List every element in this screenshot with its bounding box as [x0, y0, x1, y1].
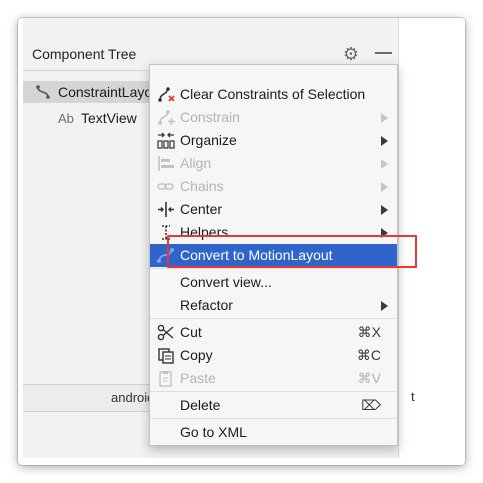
menu-item-label: Clear Constraints of Selection	[180, 86, 366, 102]
menu-item-go-to-xml[interactable]: Go to XML	[150, 421, 397, 444]
menu-item-label: Center	[180, 201, 223, 217]
submenu-arrow-icon	[381, 205, 388, 215]
menu-item-center[interactable]: Center	[150, 198, 397, 221]
scissors-icon	[157, 324, 174, 341]
menu-item-clear-constraints[interactable]: Clear Constraints of Selection	[150, 83, 397, 106]
tree-item-label: TextView	[81, 110, 137, 126]
menu-item-label: Copy	[180, 347, 213, 363]
menu-item-cut[interactable]: Cut ⌘X	[150, 321, 397, 344]
menu-item-copy[interactable]: Copy ⌘C	[150, 344, 397, 367]
menu-item-chains[interactable]: Chains	[150, 175, 397, 198]
submenu-arrow-icon	[381, 182, 388, 192]
menu-separator	[150, 418, 397, 419]
menu-item-delete[interactable]: Delete ⌦	[150, 394, 397, 417]
gear-icon[interactable]: ⚙	[342, 45, 360, 63]
menu-item-label: Align	[180, 155, 212, 171]
align-icon	[158, 156, 174, 171]
annotation-highlight-box	[167, 235, 417, 268]
paste-icon	[159, 371, 172, 387]
menu-item-organize[interactable]: Organize	[150, 129, 397, 152]
menu-item-label: Cut	[180, 324, 202, 340]
menu-item-label: Convert view...	[180, 274, 272, 290]
constraint-layout-icon	[36, 85, 50, 99]
menu-item-constrain[interactable]: Constrain	[150, 106, 397, 129]
menu-item-label: Go to XML	[180, 424, 247, 440]
minimize-icon[interactable]	[375, 52, 392, 54]
menu-item-label: Refactor	[180, 297, 233, 313]
shortcut-label: ⌘V	[357, 370, 381, 386]
submenu-arrow-icon	[381, 113, 388, 123]
menu-separator	[150, 268, 397, 269]
shortcut-label: ⌘C	[356, 347, 381, 363]
center-icon	[158, 202, 174, 217]
organize-icon	[157, 132, 175, 149]
submenu-arrow-icon	[381, 136, 388, 146]
menu-item-align[interactable]: Align	[150, 152, 397, 175]
submenu-arrow-icon	[381, 159, 388, 169]
tree-item-label: ConstraintLayout	[58, 84, 164, 100]
clear-constraints-icon	[158, 87, 175, 102]
menu-item-label: Constrain	[180, 109, 240, 125]
menu-item-convert-view[interactable]: Convert view...	[150, 271, 397, 294]
delete-key-icon: ⌦	[361, 397, 381, 413]
shortcut-label: ⌘X	[357, 324, 381, 340]
submenu-arrow-icon	[381, 301, 388, 311]
textview-icon: Ab	[58, 111, 74, 126]
menu-item-label: Paste	[180, 370, 216, 386]
menu-separator	[150, 318, 397, 319]
panel-title: Component Tree	[32, 46, 137, 62]
menu-separator	[150, 391, 397, 392]
menu-item-refactor[interactable]: Refactor	[150, 294, 397, 317]
menu-item-label: Organize	[180, 132, 237, 148]
attribute-text: t	[411, 389, 415, 404]
constrain-icon	[158, 110, 175, 125]
menu-item-paste[interactable]: Paste ⌘V	[150, 367, 397, 390]
menu-item-label: Delete	[180, 397, 221, 413]
chains-icon	[157, 183, 174, 190]
copy-icon	[158, 348, 174, 364]
menu-item-label: Chains	[180, 178, 224, 194]
